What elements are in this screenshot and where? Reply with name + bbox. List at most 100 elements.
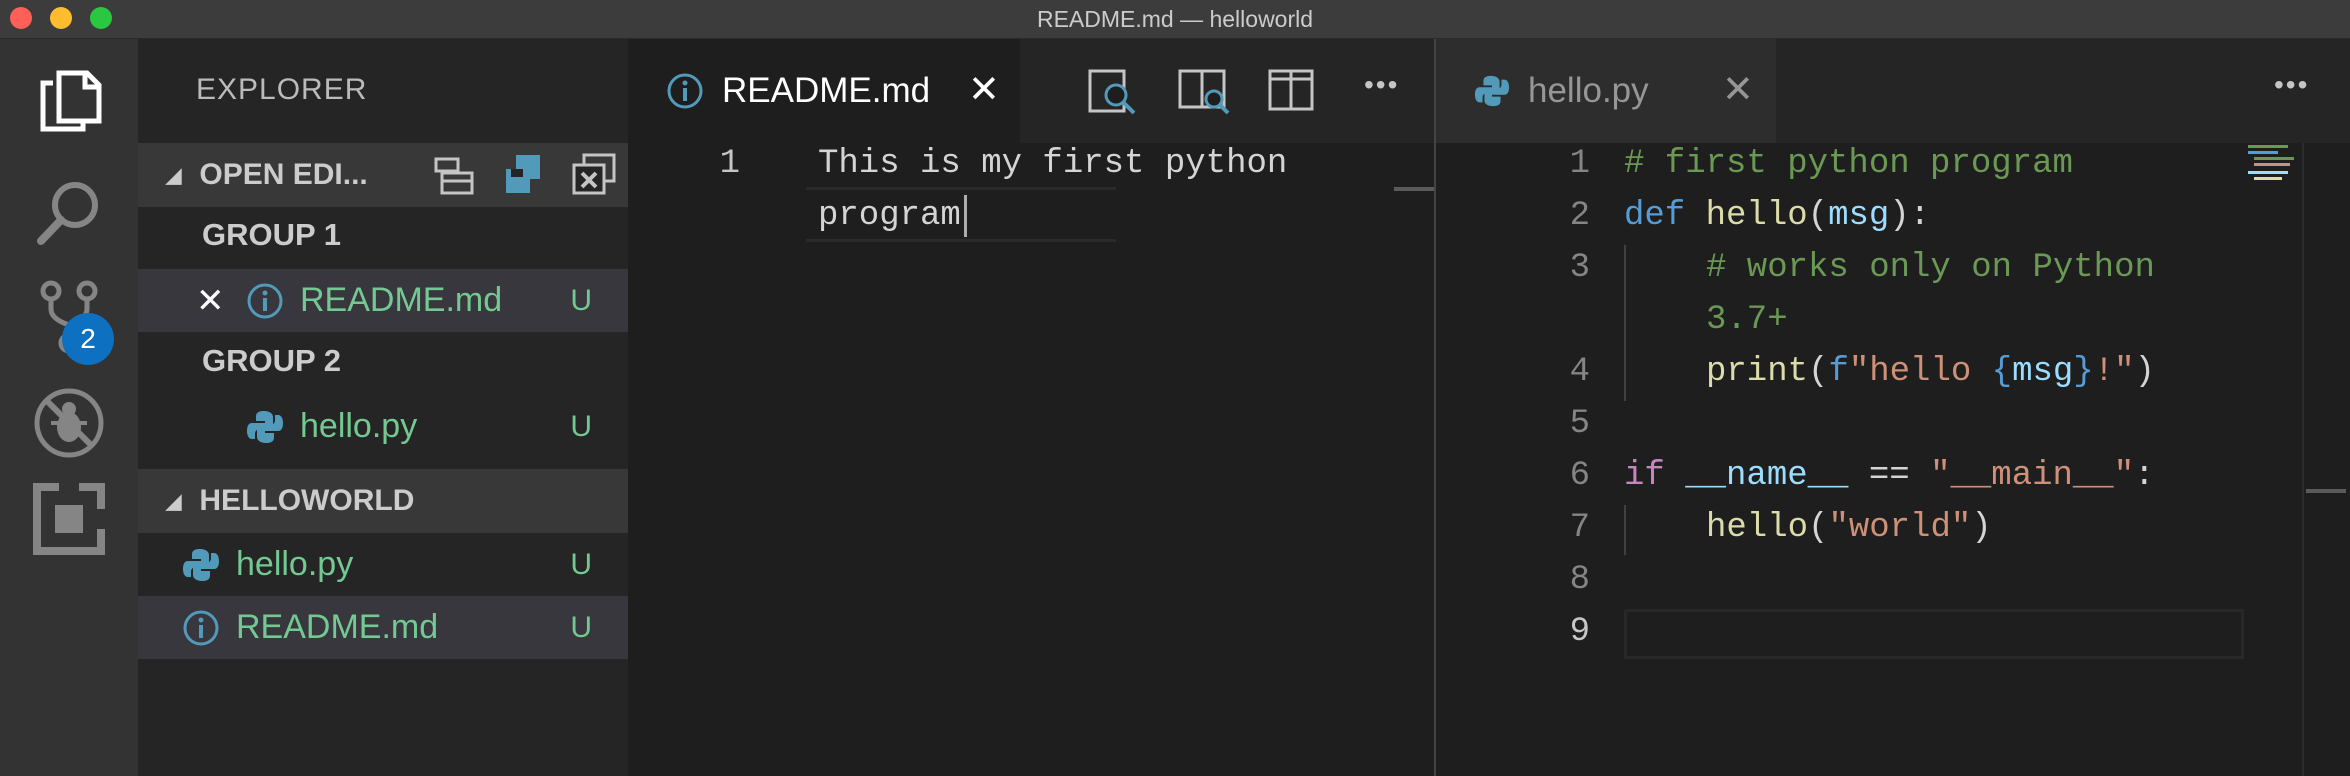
token-fstring-prefix: f bbox=[1828, 353, 1849, 391]
group-2-label: GROUP 2 bbox=[202, 343, 341, 378]
explorer-sidebar: EXPLORER ◢ OPEN EDI... GROUP 1 ✕ README.… bbox=[138, 39, 628, 776]
token-function: hello bbox=[1706, 509, 1809, 547]
token-function: hello bbox=[1705, 197, 1808, 235]
readme-editor[interactable]: 1 This is my first python program bbox=[628, 143, 1434, 776]
token-punct: : bbox=[2134, 457, 2155, 495]
line-number: 9 bbox=[1569, 613, 1590, 651]
info-icon bbox=[667, 73, 703, 109]
line-number: 2 bbox=[1569, 197, 1590, 235]
save-all-icon[interactable] bbox=[500, 151, 548, 199]
token-keyword: def bbox=[1624, 197, 1686, 235]
token-keyword: if bbox=[1624, 457, 1665, 495]
line-number: 7 bbox=[1569, 509, 1590, 547]
close-all-icon[interactable] bbox=[570, 151, 618, 199]
new-untitled-file-icon[interactable] bbox=[430, 151, 478, 199]
more-actions-icon[interactable]: ••• bbox=[2274, 69, 2309, 101]
code-line-6: if __name__ == "__main__": bbox=[1624, 457, 2155, 495]
token-punct: ( bbox=[1808, 353, 1829, 391]
tab-readme[interactable]: README.md ✕ bbox=[628, 39, 1020, 143]
line-number: 3 bbox=[1569, 249, 1590, 287]
file-readme-label: README.md bbox=[236, 608, 439, 646]
open-preview-icon[interactable] bbox=[1084, 63, 1140, 119]
left-editor-tabs: README.md ✕ ••• bbox=[628, 39, 1434, 143]
tab-readme-label: README.md bbox=[722, 71, 931, 110]
open-editors-header[interactable]: ◢ OPEN EDI... bbox=[138, 143, 628, 207]
open-editor-readme[interactable]: ✕ README.md U bbox=[138, 269, 628, 332]
untracked-status: U bbox=[570, 283, 592, 317]
more-actions-icon[interactable]: ••• bbox=[1364, 69, 1399, 101]
token-punct: ( bbox=[1807, 197, 1829, 235]
scrollbar-indicator[interactable] bbox=[1394, 187, 1434, 191]
activity-extensions[interactable] bbox=[0, 459, 138, 579]
activity-search[interactable] bbox=[0, 153, 138, 273]
token-var: __name__ bbox=[1685, 457, 1849, 495]
activity-source-control[interactable]: 2 bbox=[0, 257, 138, 377]
untracked-status: U bbox=[570, 409, 592, 443]
token-var: msg bbox=[2012, 353, 2074, 391]
code-line-1: # first python program bbox=[1624, 145, 2073, 183]
line-number: 8 bbox=[1569, 561, 1590, 599]
activity-explorer[interactable] bbox=[0, 39, 138, 159]
line-number: 5 bbox=[1569, 405, 1590, 443]
token-function: print bbox=[1706, 353, 1809, 391]
scrollbar-indicator[interactable] bbox=[2306, 489, 2346, 493]
split-editor-icon[interactable] bbox=[1264, 63, 1320, 119]
source-control-badge: 2 bbox=[62, 313, 114, 365]
token-string: "world" bbox=[1828, 509, 1972, 547]
token-punct: ): bbox=[1889, 197, 1931, 235]
readme-line-1a: This is my first python bbox=[818, 145, 1288, 183]
open-editors-actions bbox=[430, 143, 618, 207]
extensions-icon bbox=[33, 481, 107, 555]
open-editor-hello-py-label: hello.py bbox=[300, 407, 418, 445]
code-line-4: print(f"hello {msg}!") bbox=[1706, 353, 2155, 391]
minimap[interactable] bbox=[2246, 143, 2302, 183]
open-preview-side-icon[interactable] bbox=[1176, 63, 1232, 119]
code-line-2: def hello(msg): bbox=[1624, 197, 1930, 235]
tab-hello-py-label: hello.py bbox=[1528, 71, 1649, 110]
code-line-3b: 3.7+ bbox=[1706, 301, 1788, 339]
activity-bar: 2 bbox=[0, 39, 138, 776]
open-editor-hello-py[interactable]: hello.py U bbox=[138, 395, 628, 458]
untracked-status: U bbox=[570, 547, 592, 581]
tab-hello-py[interactable]: hello.py ✕ bbox=[1436, 39, 1776, 143]
line-number: 4 bbox=[1569, 353, 1590, 391]
collapse-triangle-icon: ◢ bbox=[166, 490, 182, 513]
title-bar: README.md — helloworld bbox=[0, 0, 2350, 39]
token-operator: == bbox=[1868, 457, 1910, 495]
group-1-label: GROUP 1 bbox=[202, 217, 341, 252]
current-line-highlight bbox=[1624, 609, 2244, 659]
tab-close-icon[interactable]: ✕ bbox=[1722, 67, 1754, 112]
file-hello-py[interactable]: hello.py U bbox=[138, 533, 628, 596]
folder-label: HELLOWORLD bbox=[199, 484, 415, 517]
helloworld-folder-header[interactable]: ◢ HELLOWORLD bbox=[138, 469, 628, 533]
search-icon bbox=[37, 182, 98, 245]
python-icon bbox=[1474, 75, 1510, 107]
close-editor-icon[interactable]: ✕ bbox=[196, 281, 225, 321]
code-line-3a: # works only on Python bbox=[1706, 249, 2155, 287]
python-icon bbox=[183, 548, 219, 581]
files-icon bbox=[40, 70, 102, 132]
token-string: !" bbox=[2093, 353, 2135, 391]
untracked-status: U bbox=[570, 610, 592, 644]
token-punct: ) bbox=[1971, 509, 1992, 547]
token-string: "__main__" bbox=[1930, 457, 2135, 495]
tab-close-icon[interactable]: ✕ bbox=[968, 67, 1000, 112]
line-number: 6 bbox=[1569, 457, 1590, 495]
info-icon bbox=[247, 283, 283, 318]
token-param: msg bbox=[1828, 197, 1890, 235]
sidebar-title: EXPLORER bbox=[196, 73, 368, 106]
python-icon bbox=[247, 410, 283, 443]
token-punct: ( bbox=[1808, 509, 1829, 547]
token-string: "hello bbox=[1848, 353, 1992, 391]
debug-icon bbox=[34, 388, 104, 458]
line-number: 1 bbox=[719, 145, 740, 183]
collapse-triangle-icon: ◢ bbox=[166, 164, 182, 187]
file-readme[interactable]: README.md U bbox=[138, 596, 628, 659]
file-hello-py-label: hello.py bbox=[236, 545, 354, 583]
token-punct: ) bbox=[2134, 353, 2155, 391]
token-brace: } bbox=[2073, 353, 2094, 391]
text-cursor bbox=[964, 195, 967, 237]
right-editor-tabs: hello.py ✕ ••• bbox=[1436, 39, 2350, 143]
hello-py-editor[interactable]: 1 2 3 4 5 6 7 8 9 # first python program… bbox=[1436, 143, 2350, 776]
line-number: 1 bbox=[1569, 145, 1590, 183]
